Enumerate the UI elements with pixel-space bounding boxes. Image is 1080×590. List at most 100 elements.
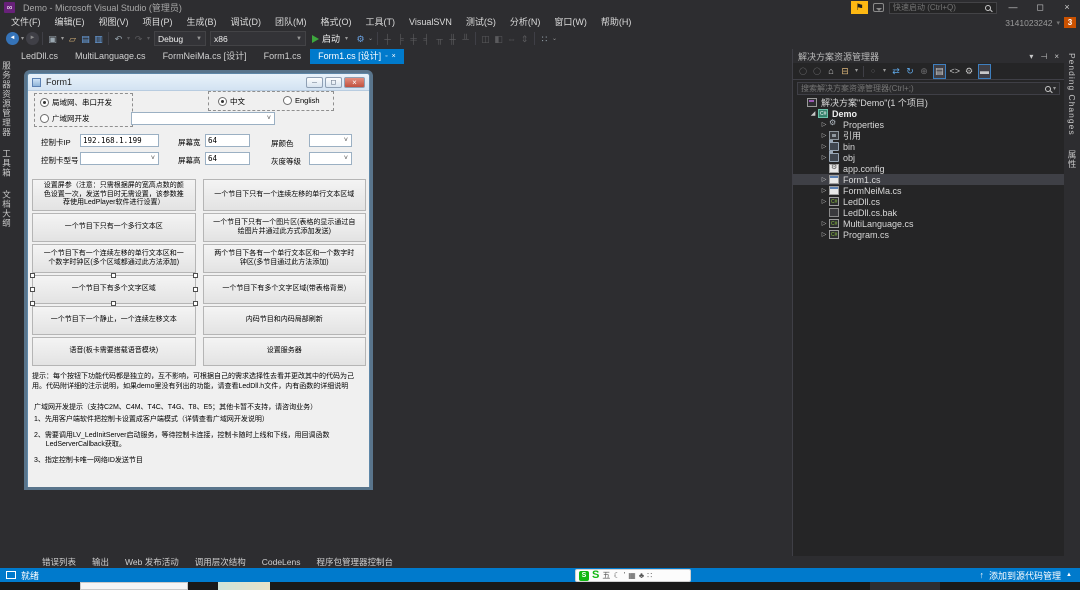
tree-row[interactable]: app.config bbox=[793, 163, 1064, 174]
screen-height-input[interactable] bbox=[206, 153, 249, 164]
undo-icon[interactable]: ↶ bbox=[112, 32, 125, 46]
document-tab[interactable]: FormNeiMa.cs [设计] bbox=[155, 49, 255, 64]
tree-expander-icon[interactable]: ◢ bbox=[808, 110, 818, 117]
document-tab[interactable]: Form1.cs bbox=[256, 49, 310, 64]
properties-icon[interactable]: ⚙ bbox=[964, 65, 974, 78]
attach-process-icon[interactable]: ⚙ bbox=[354, 32, 367, 46]
open-folder-icon[interactable]: ▱ bbox=[66, 32, 79, 46]
align-middles-icon[interactable]: ╫ bbox=[446, 32, 459, 46]
demo-action-button[interactable]: 设置服务器 bbox=[203, 337, 367, 366]
solution-search-input[interactable] bbox=[798, 84, 1045, 93]
document-tab[interactable]: Form1.cs [设计] bbox=[310, 49, 404, 64]
home-icon[interactable]: ⌂ bbox=[826, 65, 836, 78]
sync-active-document-icon[interactable]: ⇄ bbox=[891, 65, 901, 78]
menu-item[interactable]: 编辑(E) bbox=[48, 15, 92, 28]
selection-handle-n[interactable] bbox=[111, 273, 116, 278]
tree-expander-icon[interactable]: ▷ bbox=[819, 187, 829, 194]
tree-expander-icon[interactable]: ▷ bbox=[819, 231, 829, 238]
menu-item[interactable]: 工具(T) bbox=[359, 15, 403, 28]
tree-expander-icon[interactable]: ▷ bbox=[819, 121, 829, 128]
feedback-icon[interactable] bbox=[873, 3, 884, 12]
soft-keyboard-icon[interactable]: ▦ bbox=[628, 570, 636, 581]
form-maximize-button[interactable] bbox=[325, 77, 342, 88]
new-project-dropdown-icon[interactable]: ▾ bbox=[59, 32, 66, 46]
tree-row[interactable]: 解决方案"Demo"(1 个项目) bbox=[793, 97, 1064, 108]
make-same-height-icon[interactable]: ◧ bbox=[492, 32, 505, 46]
left-vertical-tab[interactable]: 工具箱 bbox=[1, 149, 13, 178]
demo-action-button[interactable]: 一个节目下有一个连续左移的单行文本区和一个数字时钟区(多个区域都通过此方法添加) bbox=[32, 244, 196, 273]
align-to-grid-icon[interactable]: ┼ bbox=[381, 32, 394, 46]
bottom-panel-tab[interactable]: 输出 bbox=[92, 556, 109, 568]
screen-height-textbox[interactable] bbox=[205, 152, 250, 165]
source-control-button[interactable]: ↑ 添加到源代码管理 ▲ bbox=[980, 568, 1072, 582]
wubi-mode-icon[interactable]: 五 bbox=[602, 570, 610, 581]
punctuation-icon[interactable]: ’ bbox=[624, 570, 626, 581]
layout-misc-icon[interactable]: ∷ bbox=[538, 32, 551, 46]
tree-row[interactable]: ▷ obj bbox=[793, 152, 1064, 163]
demo-action-button[interactable]: 一个节目下只有一个图片区(表格的显示通过自绘图片并通过此方式添加发送) bbox=[203, 213, 367, 242]
demo-action-button[interactable]: 两个节目下各有一个单行文本区和一个数字时钟区(多节目通过此方法添加) bbox=[203, 244, 367, 273]
undo-dropdown-icon[interactable]: ▾ bbox=[125, 32, 132, 46]
start-debug-button[interactable]: 启动 ▾ bbox=[312, 32, 350, 46]
ip-textbox[interactable] bbox=[80, 134, 159, 147]
notification-badge[interactable]: 3 bbox=[1064, 17, 1076, 28]
bottom-panel-tab[interactable]: 程序包管理器控制台 bbox=[317, 556, 394, 568]
refresh-icon[interactable]: ↻ bbox=[905, 65, 915, 78]
menu-item[interactable]: 格式(O) bbox=[314, 15, 359, 28]
new-project-icon[interactable]: ▣ bbox=[46, 32, 59, 46]
form-minimize-button[interactable] bbox=[306, 77, 323, 88]
save-icon[interactable]: ▤ bbox=[79, 32, 92, 46]
align-rights-icon[interactable]: ╡ bbox=[420, 32, 433, 46]
tree-row[interactable]: ▷ FormNeiMa.cs bbox=[793, 185, 1064, 196]
toolbox-icon[interactable]: ∷ bbox=[647, 570, 652, 581]
tree-row[interactable]: ▷ bin bbox=[793, 141, 1064, 152]
restore-button[interactable]: ◻ bbox=[1029, 1, 1051, 14]
solution-configuration-select[interactable]: Debug▼ bbox=[154, 31, 206, 46]
tree-row[interactable]: ▷ 引用 bbox=[793, 130, 1064, 141]
align-bottoms-icon[interactable]: ╨ bbox=[459, 32, 472, 46]
nest-related-files-icon[interactable]: ⊕ bbox=[919, 65, 929, 78]
left-vertical-tab[interactable]: 文档大纲 bbox=[1, 190, 13, 228]
tree-row[interactable]: LedDll.cs.bak bbox=[793, 207, 1064, 218]
menu-item[interactable]: 视图(V) bbox=[92, 15, 136, 28]
bottom-panel-tab[interactable]: CodeLens bbox=[262, 557, 301, 567]
close-panel-icon[interactable]: × bbox=[1054, 52, 1059, 61]
tree-expander-icon[interactable]: ▷ bbox=[819, 132, 829, 139]
vertical-spacing-icon[interactable]: ⇕ bbox=[518, 32, 531, 46]
menu-item[interactable]: VisualSVN bbox=[402, 17, 459, 27]
document-tab[interactable]: MultiLanguage.cs bbox=[67, 49, 154, 64]
selection-handle-nw[interactable] bbox=[30, 273, 35, 278]
tree-row[interactable]: ▷ Program.cs bbox=[793, 229, 1064, 240]
demo-action-button[interactable]: 一个节目下有多个文字区域 bbox=[32, 275, 196, 304]
tree-row[interactable]: ▷ Form1.cs bbox=[793, 174, 1064, 185]
align-centers-icon[interactable]: ╪ bbox=[407, 32, 420, 46]
toolbar-separator[interactable] bbox=[108, 32, 109, 45]
quick-launch-box[interactable] bbox=[889, 2, 997, 14]
quick-launch-input[interactable] bbox=[890, 3, 985, 12]
auto-hide-pin-icon[interactable]: ⊣ bbox=[1040, 52, 1047, 61]
document-tab[interactable]: LedDll.cs bbox=[13, 49, 66, 64]
tree-row[interactable]: ▷ Properties bbox=[793, 119, 1064, 130]
radio-chinese[interactable]: 中文 bbox=[218, 96, 245, 107]
demo-action-button[interactable]: 设置屏参（注意：只需根据屏的宽高点数的颜色设置一次，发送节目时无需设置，该参数推… bbox=[32, 179, 196, 211]
menu-item[interactable]: 分析(N) bbox=[503, 15, 548, 28]
switch-views-dropdown-icon[interactable]: ▾ bbox=[854, 65, 859, 78]
card-type-combobox[interactable] bbox=[80, 152, 159, 165]
radio-wan[interactable]: 广域网开发 bbox=[40, 113, 90, 124]
forms-designer-surface[interactable]: Form1 局域网、串口开发 广域网开发 bbox=[13, 64, 792, 556]
align-tops-icon[interactable]: ╥ bbox=[433, 32, 446, 46]
show-all-files-icon[interactable]: ▤ bbox=[933, 64, 946, 79]
window-position-icon[interactable]: ▾ bbox=[1029, 52, 1033, 61]
toolbar-separator[interactable] bbox=[534, 32, 535, 45]
start-dropdown-icon[interactable]: ▾ bbox=[343, 32, 350, 46]
tree-expander-icon[interactable]: ▷ bbox=[819, 176, 829, 183]
nav-back-icon[interactable]: ◄ bbox=[6, 32, 19, 45]
toolbar-overflow-icon[interactable]: ⌄ bbox=[367, 32, 374, 46]
account-id[interactable]: 3141023242 bbox=[1005, 18, 1052, 28]
preview-selected-icon[interactable]: ▬ bbox=[978, 64, 991, 79]
pending-filter-icon[interactable]: ○ bbox=[868, 65, 878, 78]
screen-width-input[interactable] bbox=[206, 135, 249, 146]
tree-expander-icon[interactable]: ▷ bbox=[819, 198, 829, 205]
switch-views-icon[interactable]: ⊟ bbox=[840, 65, 850, 78]
toolbar-separator[interactable] bbox=[42, 32, 43, 45]
